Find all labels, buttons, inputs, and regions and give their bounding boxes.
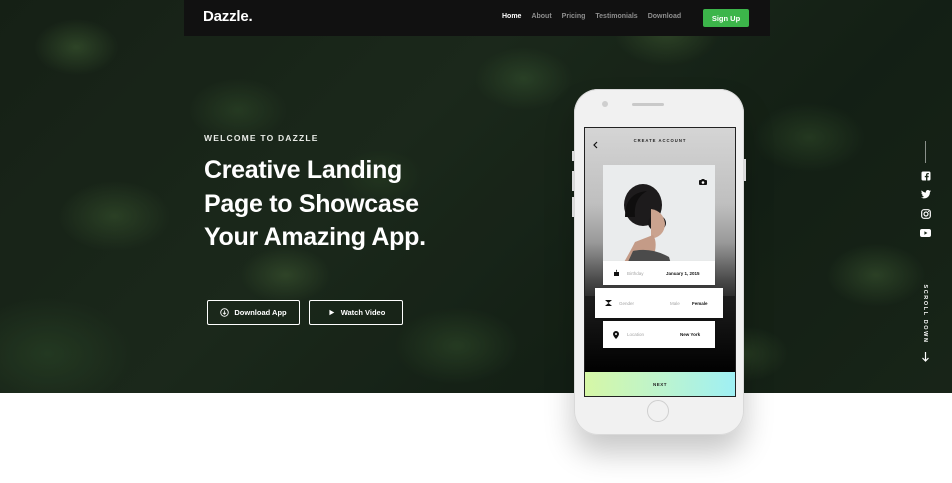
back-arrow-icon[interactable] xyxy=(592,136,600,149)
location-value: New York xyxy=(680,332,701,337)
instagram-icon[interactable] xyxy=(920,208,931,219)
next-button[interactable]: NEXT xyxy=(585,372,735,396)
phone-screen: CREATE ACCOUNT Birthday January 1, 2015 … xyxy=(584,127,736,397)
gender-label: Gender xyxy=(619,300,635,306)
nav-links: Home About Pricing Testimonials Download xyxy=(502,13,691,20)
nav-link-testimonials[interactable]: Testimonials xyxy=(595,13,637,20)
gender-field[interactable]: Gender Male Female xyxy=(595,288,723,318)
download-app-button[interactable]: Download App xyxy=(207,300,300,325)
gender-option-female[interactable]: Female xyxy=(692,301,708,306)
phone-home-button xyxy=(647,400,669,422)
phone-volume-up xyxy=(572,171,574,191)
arrow-down-icon[interactable] xyxy=(920,350,931,362)
hero-headline: Creative Landing Page to Showcase Your A… xyxy=(204,154,426,255)
headline-line-3: Your Amazing App. xyxy=(204,223,426,251)
hero-section xyxy=(0,0,952,393)
birthday-field[interactable]: Birthday January 1, 2015 xyxy=(603,261,715,285)
phone-volume-down xyxy=(572,197,574,217)
youtube-icon[interactable] xyxy=(920,227,931,238)
next-label: NEXT xyxy=(652,381,667,387)
site-logo[interactable]: Dazzle. xyxy=(203,8,253,25)
hero-kicker: WELCOME TO DAZZLE xyxy=(204,133,319,143)
watch-video-button[interactable]: Watch Video xyxy=(309,300,403,325)
headline-line-2: Page to Showcase xyxy=(204,189,419,218)
screen-title: CREATE ACCOUNT xyxy=(633,137,687,143)
location-label: Location xyxy=(627,332,645,337)
phone-power-button xyxy=(744,159,746,181)
play-icon xyxy=(327,308,336,317)
signup-button[interactable]: Sign Up xyxy=(703,9,749,27)
location-field[interactable]: Location New York xyxy=(603,321,715,348)
cake-icon xyxy=(613,269,620,276)
nav-link-pricing[interactable]: Pricing xyxy=(562,13,586,20)
birthday-value: January 1, 2015 xyxy=(666,270,700,276)
phone-mockup: CREATE ACCOUNT Birthday January 1, 2015 … xyxy=(572,89,746,435)
gender-icon xyxy=(605,299,612,306)
watch-video-label: Watch Video xyxy=(340,308,386,317)
profile-photo xyxy=(603,165,715,264)
nav-link-home[interactable]: Home xyxy=(502,13,521,20)
headline-line-1: Creative Landing xyxy=(204,156,403,184)
phone-front-camera xyxy=(602,101,608,107)
birthday-label: Birthday xyxy=(627,270,644,276)
download-circle-icon xyxy=(220,308,230,317)
scroll-down-label[interactable]: SCROLL DOWN xyxy=(922,284,928,343)
nav-link-download[interactable]: Download xyxy=(648,13,681,20)
download-app-label: Download App xyxy=(234,308,287,317)
phone-speaker xyxy=(632,103,664,106)
phone-mute-switch xyxy=(572,151,574,161)
gender-option-male[interactable]: Male xyxy=(670,301,680,306)
social-divider xyxy=(925,141,926,163)
screen-header: CREATE ACCOUNT xyxy=(585,128,735,152)
facebook-icon[interactable] xyxy=(920,170,931,181)
top-navbar: Dazzle. Home About Pricing Testimonials … xyxy=(184,0,770,36)
camera-icon[interactable] xyxy=(699,172,707,185)
twitter-icon[interactable] xyxy=(920,189,931,200)
nav-link-about[interactable]: About xyxy=(531,13,551,20)
location-pin-icon xyxy=(613,331,620,339)
